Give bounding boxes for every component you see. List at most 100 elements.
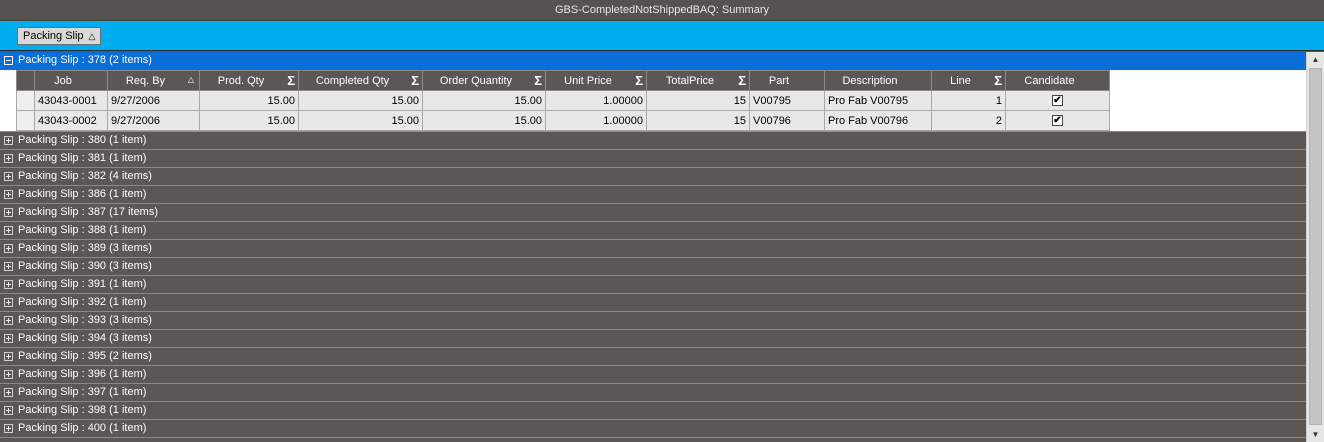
expand-icon[interactable] xyxy=(4,406,13,415)
group-row[interactable]: Packing Slip : 389 (3 items) xyxy=(0,240,1306,258)
table-row[interactable]: 43043-0002 9/27/2006 15.00 15.00 15.00 1… xyxy=(16,110,1110,131)
row-selector[interactable] xyxy=(16,110,35,131)
candidate-checkbox[interactable]: ✔ xyxy=(1052,95,1063,107)
summary-grid: Packing Slip : 378 (2 items) Job Req. By… xyxy=(0,52,1306,442)
row-selector[interactable] xyxy=(16,90,35,111)
group-row[interactable]: Packing Slip : 397 (1 item) xyxy=(0,384,1306,402)
sort-ascending-icon: △ xyxy=(187,75,194,84)
expand-icon[interactable] xyxy=(4,190,13,199)
group-row-label: Packing Slip : 390 (3 items) xyxy=(18,260,152,272)
cell-completed-qty[interactable]: 15.00 xyxy=(298,90,423,111)
expand-icon[interactable] xyxy=(4,352,13,361)
group-row[interactable]: Packing Slip : 391 (1 item) xyxy=(0,276,1306,294)
expand-icon[interactable] xyxy=(4,334,13,343)
cell-job[interactable]: 43043-0002 xyxy=(34,110,108,131)
group-row-label: Packing Slip : 395 (2 items) xyxy=(18,350,152,362)
group-row[interactable]: Packing Slip : 400 (1 item) xyxy=(0,420,1306,438)
cell-description[interactable]: Pro Fab V00795 xyxy=(824,90,932,111)
col-header-order-quantity[interactable]: Order Quantity Σ xyxy=(422,70,546,91)
detail-table: Job Req. By △ Prod. Qty Σ Completed Qty Σ O… xyxy=(16,70,1110,131)
summary-sigma-icon[interactable]: Σ xyxy=(994,74,1002,87)
cell-prod-qty[interactable]: 15.00 xyxy=(199,90,299,111)
sort-ascending-icon: △ xyxy=(88,30,96,41)
expand-icon[interactable] xyxy=(4,208,13,217)
summary-sigma-icon[interactable]: Σ xyxy=(411,74,419,87)
cell-job[interactable]: 43043-0001 xyxy=(34,90,108,111)
group-row-label: Packing Slip : 393 (3 items) xyxy=(18,314,152,326)
group-row[interactable]: Packing Slip : 396 (1 item) xyxy=(0,366,1306,384)
expand-icon[interactable] xyxy=(4,136,13,145)
group-row-label: Packing Slip : 380 (1 item) xyxy=(18,134,147,146)
scroll-up-icon[interactable]: ▲ xyxy=(1307,52,1324,67)
col-header-part[interactable]: Part xyxy=(749,70,825,91)
expand-icon[interactable] xyxy=(4,424,13,433)
col-header-completed-qty[interactable]: Completed Qty Σ xyxy=(298,70,423,91)
expand-icon[interactable] xyxy=(4,172,13,181)
cell-total-price[interactable]: 15 xyxy=(646,90,750,111)
group-row-label: Packing Slip : 386 (1 item) xyxy=(18,188,147,200)
cell-part[interactable]: V00795 xyxy=(749,90,825,111)
group-row[interactable]: Packing Slip : 390 (3 items) xyxy=(0,258,1306,276)
group-by-chip-packing-slip[interactable]: Packing Slip △ xyxy=(17,27,102,45)
expand-icon[interactable] xyxy=(4,370,13,379)
cell-line[interactable]: 1 xyxy=(931,90,1006,111)
group-row[interactable]: Packing Slip : 394 (3 items) xyxy=(0,330,1306,348)
col-header-line[interactable]: Line Σ xyxy=(931,70,1006,91)
candidate-checkbox[interactable]: ✔ xyxy=(1052,115,1063,127)
group-row[interactable]: Packing Slip : 381 (1 item) xyxy=(0,150,1306,168)
cell-req-by[interactable]: 9/27/2006 xyxy=(107,90,200,111)
table-row[interactable]: 43043-0001 9/27/2006 15.00 15.00 15.00 1… xyxy=(16,90,1110,111)
col-header-req-by[interactable]: Req. By △ xyxy=(107,70,200,91)
col-header-total-price[interactable]: TotalPrice Σ xyxy=(646,70,750,91)
expand-icon[interactable] xyxy=(4,244,13,253)
expand-icon[interactable] xyxy=(4,226,13,235)
collapse-icon[interactable] xyxy=(4,56,13,65)
cell-order-quantity[interactable]: 15.00 xyxy=(422,110,546,131)
group-row-label: Packing Slip : 387 (17 items) xyxy=(18,206,159,218)
cell-candidate[interactable]: ✔ xyxy=(1005,110,1110,131)
summary-sigma-icon[interactable]: Σ xyxy=(635,74,643,87)
col-header-prod-qty[interactable]: Prod. Qty Σ xyxy=(199,70,299,91)
col-header-job[interactable]: Job xyxy=(34,70,108,91)
group-by-chip-label: Packing Slip xyxy=(23,30,84,42)
col-header-candidate[interactable]: Candidate xyxy=(1005,70,1110,91)
group-by-area: Packing Slip △ xyxy=(0,21,1324,51)
group-row[interactable]: Packing Slip : 388 (1 item) xyxy=(0,222,1306,240)
cell-completed-qty[interactable]: 15.00 xyxy=(298,110,423,131)
group-row-label: Packing Slip : 378 (2 items) xyxy=(18,54,152,66)
expand-icon[interactable] xyxy=(4,280,13,289)
cell-candidate[interactable]: ✔ xyxy=(1005,90,1110,111)
summary-sigma-icon[interactable]: Σ xyxy=(534,74,542,87)
group-row[interactable]: Packing Slip : 398 (1 item) xyxy=(0,402,1306,420)
group-row[interactable]: Packing Slip : 395 (2 items) xyxy=(0,348,1306,366)
group-row[interactable]: Packing Slip : 392 (1 item) xyxy=(0,294,1306,312)
group-row[interactable]: Packing Slip : 380 (1 item) xyxy=(0,132,1306,150)
scroll-down-icon[interactable]: ▼ xyxy=(1307,427,1324,442)
cell-prod-qty[interactable]: 15.00 xyxy=(199,110,299,131)
group-row[interactable]: Packing Slip : 386 (1 item) xyxy=(0,186,1306,204)
col-header-unit-price[interactable]: Unit Price Σ xyxy=(545,70,647,91)
cell-description[interactable]: Pro Fab V00796 xyxy=(824,110,932,131)
expand-icon[interactable] xyxy=(4,262,13,271)
scrollbar-thumb[interactable] xyxy=(1309,68,1322,425)
expand-icon[interactable] xyxy=(4,154,13,163)
col-header-description[interactable]: Description xyxy=(824,70,932,91)
group-row[interactable]: Packing Slip : 387 (17 items) xyxy=(0,204,1306,222)
cell-total-price[interactable]: 15 xyxy=(646,110,750,131)
cell-line[interactable]: 2 xyxy=(931,110,1006,131)
cell-order-quantity[interactable]: 15.00 xyxy=(422,90,546,111)
expand-icon[interactable] xyxy=(4,388,13,397)
cell-unit-price[interactable]: 1.00000 xyxy=(545,90,647,111)
child-band: Job Req. By △ Prod. Qty Σ Completed Qty Σ O… xyxy=(0,70,1306,132)
cell-part[interactable]: V00796 xyxy=(749,110,825,131)
summary-sigma-icon[interactable]: Σ xyxy=(287,74,295,87)
cell-unit-price[interactable]: 1.00000 xyxy=(545,110,647,131)
summary-sigma-icon[interactable]: Σ xyxy=(738,74,746,87)
group-row[interactable]: Packing Slip : 382 (4 items) xyxy=(0,168,1306,186)
group-row[interactable]: Packing Slip : 393 (3 items) xyxy=(0,312,1306,330)
group-row-expanded[interactable]: Packing Slip : 378 (2 items) xyxy=(0,52,1306,70)
expand-icon[interactable] xyxy=(4,316,13,325)
vertical-scrollbar[interactable]: ▲ ▼ xyxy=(1306,52,1324,442)
cell-req-by[interactable]: 9/27/2006 xyxy=(107,110,200,131)
expand-icon[interactable] xyxy=(4,298,13,307)
